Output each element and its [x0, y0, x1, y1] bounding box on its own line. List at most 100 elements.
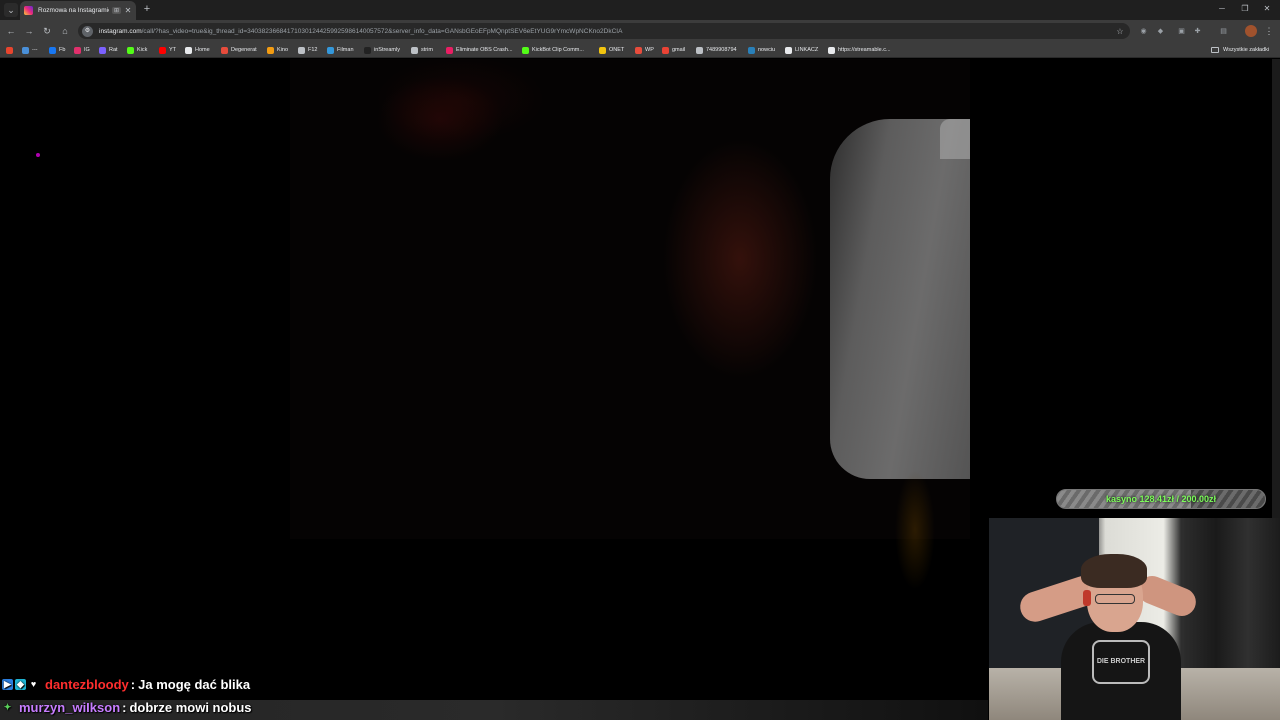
bookmark-strim[interactable]: strim	[411, 44, 433, 56]
gmail-icon	[662, 46, 669, 54]
address-bar[interactable]: ⚙ instagram.com/call/?has_video=true&ig_…	[78, 23, 1130, 39]
site-info-icon[interactable]: ⚙	[82, 25, 93, 37]
all-bookmarks-label: Wszystkie zakładki	[1223, 47, 1270, 53]
reload-icon[interactable]: ↻	[40, 24, 54, 38]
bookmark-onet[interactable]: ONET	[599, 44, 624, 56]
obs-icon	[446, 46, 453, 54]
apps-icon	[6, 46, 13, 54]
wp-icon	[635, 46, 642, 54]
tab-groups-icon[interactable]: ▤	[1218, 26, 1229, 37]
bookmark-number[interactable]: 7489908794	[696, 44, 737, 56]
tab-instagram-call[interactable]: Rozmowa na Instagramie ⊞ ✕	[20, 1, 136, 20]
remote-shoulder	[940, 119, 970, 159]
x-icon	[185, 46, 192, 54]
instreamly-icon	[364, 46, 371, 54]
heart-icon: ♥	[30, 678, 37, 689]
minimize-icon[interactable]: ─	[1211, 2, 1233, 16]
extension-eye-icon[interactable]: ◉	[1138, 26, 1149, 37]
donation-goal-bar: kasyno 128.41zł / 200.00zł	[1056, 489, 1266, 509]
bookmark-label: strim	[421, 47, 433, 53]
cursor-indicator	[36, 153, 40, 157]
rat-icon	[99, 46, 106, 54]
goal-text: kasyno 128.41zł / 200.00zł	[1105, 494, 1217, 504]
bookmark-apps[interactable]	[6, 44, 16, 56]
bookmark-star-icon[interactable]: ☆	[1114, 27, 1126, 36]
tab-media-icon[interactable]: ⊞	[111, 7, 121, 14]
bookmark-label: Kino	[277, 47, 289, 53]
instagram-icon	[74, 46, 81, 54]
star-badge-icon: ✦	[3, 701, 12, 712]
youtube-icon	[159, 46, 166, 54]
url-host: instagram.com	[99, 27, 142, 35]
bookmark-ig[interactable]: IG	[74, 44, 90, 56]
chat-text: Ja mogę dać blika	[138, 676, 251, 692]
bookmark-filman[interactable]: Filman	[327, 44, 354, 56]
home-icon[interactable]: ⌂	[58, 24, 72, 38]
tab-search-icon[interactable]: ⌄	[4, 3, 18, 17]
bookmark-label: Fb	[59, 47, 66, 53]
bookmark-label: gmail	[672, 47, 686, 53]
remote-video	[290, 59, 970, 539]
new-tab-button[interactable]: +	[141, 3, 153, 15]
filman-icon	[327, 46, 334, 54]
bookmark-kick[interactable]: Kick	[127, 44, 147, 56]
degenerat-icon	[221, 46, 228, 54]
folder-icon	[411, 46, 418, 54]
badge-icon: ▶	[2, 678, 13, 690]
bookmark-nowciu[interactable]: nowciu	[748, 44, 775, 56]
back-icon[interactable]: ←	[4, 24, 18, 38]
bookmark-home[interactable]: Home	[185, 44, 210, 56]
chat-separator: :	[130, 676, 136, 692]
extensions-puzzle-icon[interactable]: ✚	[1192, 26, 1203, 37]
bookmark-label: ONET	[609, 47, 625, 53]
bookmarks-bar: --- Fb IG Rat Kick YT Home Degenerat Kin…	[0, 42, 1280, 58]
tab-strip: ⌄ Rozmowa na Instagramie ⊞ ✕ + ─ ❐ ✕	[0, 0, 1280, 20]
bookmark-kickbot[interactable]: KickBot Clip Comm...	[522, 44, 584, 56]
bookmark-label: Rat	[109, 47, 118, 53]
bookmark-streamable[interactable]: https://streamable.c...	[828, 44, 891, 56]
bookmark-wp[interactable]: WP	[635, 44, 654, 56]
forward-icon[interactable]: →	[22, 24, 36, 38]
webcam-headset	[1083, 590, 1091, 606]
bookmark-degenerat[interactable]: Degenerat	[221, 44, 257, 56]
chat-message: ▶ ◆ ♥ dantezbloody : Ja mogę dać blika	[2, 674, 250, 694]
bookmark-fb[interactable]: Fb	[49, 44, 65, 56]
onet-icon	[599, 46, 606, 54]
chat-message: ✦ murzyn_wiIkson : dobrze mowi nobus	[2, 697, 252, 717]
bookmark-label: F12	[308, 47, 318, 53]
browser-menu-icon[interactable]: ⋮	[1264, 25, 1274, 37]
bookmark-label: 7489908794	[706, 47, 737, 53]
bookmark-kino[interactable]: Kino	[267, 44, 288, 56]
profile-avatar[interactable]	[1245, 25, 1257, 37]
nowciu-icon	[748, 46, 755, 54]
kick-icon	[127, 46, 134, 54]
bookmark-label: Degenerat	[231, 47, 257, 53]
bookmark-obs[interactable]: Eliminate OBS Crash...	[446, 44, 513, 56]
bookmark-rat[interactable]: Rat	[99, 44, 118, 56]
url-text[interactable]: instagram.com/call/?has_video=true&ig_th…	[99, 28, 1114, 35]
globe-icon	[298, 46, 305, 54]
extension-badge-icon[interactable]: ▣	[1176, 26, 1187, 37]
bookmark-f12[interactable]: F12	[298, 44, 317, 56]
bookmark-label: KickBot Clip Comm...	[532, 47, 584, 53]
chat-username: dantezbloody	[45, 676, 129, 692]
bookmark-yt[interactable]: YT	[159, 44, 176, 56]
bookmark-dash[interactable]: ---	[22, 44, 38, 56]
bookmark-instreamly[interactable]: inStreamly	[364, 44, 400, 56]
bookmark-gmail[interactable]: gmail	[662, 44, 685, 56]
close-window-icon[interactable]: ✕	[1256, 2, 1278, 16]
url-path: /call/?has_video=true&ig_thread_id=34038…	[141, 27, 623, 35]
chat-text: dobrze mowi nobus	[129, 699, 252, 715]
bookmark-label: Home	[195, 47, 210, 53]
restore-icon[interactable]: ❐	[1234, 2, 1256, 16]
bookmark-label: nowciu	[758, 47, 776, 53]
tab-close-icon[interactable]: ✕	[124, 6, 132, 15]
globe-icon	[828, 46, 835, 54]
bookmark-label: WP	[645, 47, 654, 53]
all-bookmarks[interactable]: Wszystkie zakładki	[1211, 44, 1269, 56]
bookmark-icon	[22, 46, 29, 54]
webcam-hair	[1081, 554, 1147, 588]
globe-icon	[785, 46, 792, 54]
bookmark-linkacz[interactable]: LINKACZ	[785, 44, 818, 56]
extension-shield-icon[interactable]: ◆	[1155, 26, 1166, 37]
